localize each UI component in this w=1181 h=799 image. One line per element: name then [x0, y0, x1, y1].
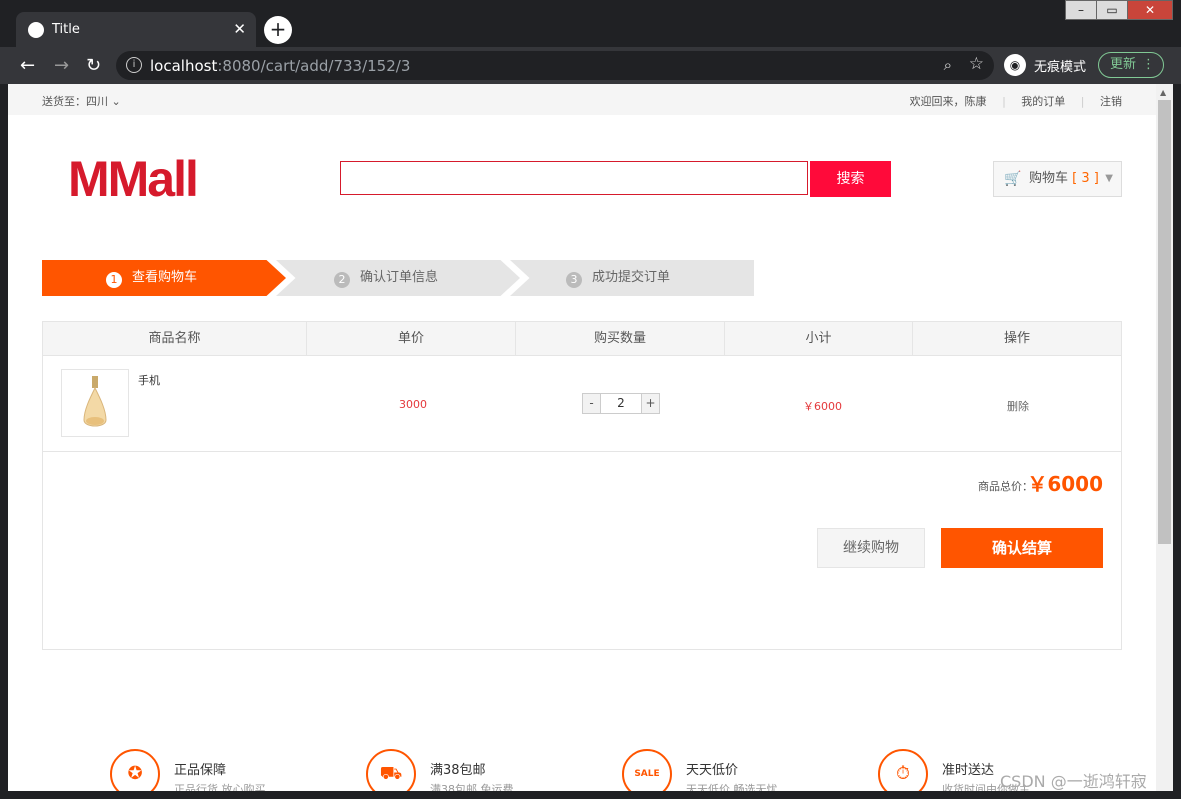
- web-page: 送货至：四川 ⌄ 欢迎回来，陈康 | 我的订单 | 注销 MMall 搜索 🛒 …: [8, 84, 1156, 791]
- logout-link[interactable]: 注销: [1100, 95, 1122, 108]
- scrollbar-thumb[interactable]: [1158, 100, 1171, 544]
- header-unit-price: 单价: [307, 322, 516, 355]
- step-label: 确认订单信息: [360, 270, 439, 285]
- maximize-button[interactable]: ▭: [1096, 0, 1128, 20]
- step-number: 1: [106, 272, 122, 288]
- info-icon[interactable]: i: [126, 57, 142, 73]
- header-action: 操作: [1003, 331, 1030, 346]
- cart-count: [ 3 ]: [1072, 171, 1099, 186]
- badge-icon: ✪: [110, 749, 160, 791]
- more-icon[interactable]: ⋮: [1131, 53, 1155, 77]
- address-bar[interactable]: i localhost:8080/cart/add/733/152/3 ⌕ ☆: [116, 51, 994, 80]
- step-view-cart: 1 查看购物车: [42, 260, 286, 296]
- product-name[interactable]: 手机: [138, 372, 160, 388]
- cart-icon: 🛒: [1004, 171, 1022, 187]
- zoom-icon[interactable]: ⌕: [944, 56, 952, 74]
- service-title: 准时送达: [942, 763, 995, 778]
- service-subtitle: 天天低价 畅选无忧: [686, 783, 778, 791]
- cart-label: 购物车: [1029, 171, 1069, 186]
- watermark: CSDN @一逝鸿轩寂: [1000, 772, 1147, 791]
- service-genuine: ✪ 正品保障 正品行货 放心购买: [110, 749, 330, 791]
- truck-icon: ⛟: [366, 749, 416, 791]
- browser-tab[interactable]: Title ✕: [16, 12, 256, 48]
- chevron-down-icon: ▼: [1105, 173, 1113, 184]
- quantity-input[interactable]: 2: [600, 394, 642, 413]
- new-tab-button[interactable]: +: [264, 16, 292, 44]
- stopwatch-icon: ⏱: [878, 749, 928, 791]
- step-label: 查看购物车: [132, 270, 198, 285]
- close-tab-icon[interactable]: ✕: [233, 20, 246, 38]
- update-button[interactable]: ⋮ 更新: [1098, 52, 1164, 78]
- continue-shopping-button[interactable]: 继续购物: [817, 528, 925, 568]
- close-window-button[interactable]: ✕: [1127, 0, 1173, 20]
- welcome-text: 欢迎回来，陈康: [909, 95, 987, 108]
- table-header: 商品名称 单价 购买数量 小计 操作: [43, 322, 1121, 356]
- top-links: 欢迎回来，陈康 | 我的订单 | 注销: [909, 95, 1122, 108]
- header-quantity: 购买数量: [516, 322, 725, 355]
- total-value: ￥6000: [1027, 472, 1103, 496]
- scroll-up-icon[interactable]: ▲: [1160, 88, 1166, 97]
- back-icon[interactable]: ←: [20, 55, 35, 76]
- url-text: localhost:8080/cart/add/733/152/3: [150, 57, 411, 75]
- bookmark-star-icon[interactable]: ☆: [969, 54, 984, 74]
- delete-link[interactable]: 删除: [1007, 398, 1029, 414]
- increase-button[interactable]: +: [642, 394, 659, 413]
- top-bar: 送货至：四川 ⌄ 欢迎回来，陈康 | 我的订单 | 注销: [8, 84, 1156, 115]
- incognito-label: 无痕模式: [1034, 59, 1087, 75]
- search-input[interactable]: [340, 161, 808, 195]
- service-low-price: SALE 天天低价 天天低价 畅选无忧: [622, 749, 842, 791]
- step-number: 2: [334, 272, 350, 288]
- globe-icon: [28, 22, 44, 38]
- header-product-name: 商品名称: [43, 322, 307, 355]
- quantity-stepper: - 2 +: [582, 393, 660, 414]
- table-row: 手机 3000 - 2 + ￥6000 删除: [43, 356, 1121, 452]
- step-label: 成功提交订单: [592, 270, 671, 285]
- incognito-icon: ◉: [1004, 54, 1026, 76]
- service-subtitle: 正品行货 放心购买: [174, 783, 266, 791]
- total-label: 商品总价：: [978, 480, 1033, 493]
- service-free-shipping: ⛟ 满38包邮 满38包邮 免运费: [366, 749, 586, 791]
- browser-window: – ▭ ✕ Title ✕ + ← → ↻ i localhost:8080/c…: [0, 0, 1181, 799]
- forward-icon[interactable]: →: [54, 55, 69, 76]
- browser-toolbar: ← → ↻ i localhost:8080/cart/add/733/152/…: [0, 47, 1181, 84]
- service-subtitle: 满38包邮 免运费: [430, 783, 514, 791]
- checkout-button[interactable]: 确认结算: [941, 528, 1103, 568]
- unit-price: 3000: [399, 398, 427, 411]
- header-subtotal: 小计: [725, 322, 913, 355]
- logo[interactable]: MMall: [68, 150, 199, 208]
- step-confirm-order: 2 确认订单信息: [276, 260, 520, 296]
- step-submit-order: 3 成功提交订单: [510, 260, 754, 296]
- cart-button[interactable]: 🛒 购物车 [ 3 ] ▼: [993, 161, 1122, 197]
- delivery-location[interactable]: 送货至：四川 ⌄: [42, 93, 121, 109]
- vertical-scrollbar[interactable]: ▲: [1156, 84, 1173, 791]
- decrease-button[interactable]: -: [583, 394, 600, 413]
- step-number: 3: [566, 272, 582, 288]
- search-button[interactable]: 搜索: [810, 161, 891, 197]
- service-title: 天天低价: [686, 763, 739, 778]
- my-orders-link[interactable]: 我的订单: [1021, 95, 1065, 108]
- service-title: 正品保障: [174, 763, 227, 778]
- service-title: 满38包邮: [430, 763, 486, 778]
- reload-icon[interactable]: ↻: [86, 55, 101, 76]
- incognito-indicator[interactable]: ◉ 无痕模式: [1004, 53, 1086, 77]
- product-image[interactable]: [61, 369, 129, 437]
- sale-tag-icon: SALE: [622, 749, 672, 791]
- subtotal: ￥6000: [803, 400, 842, 413]
- tab-title: Title: [52, 22, 80, 37]
- cart-table: 商品名称 单价 购买数量 小计 操作 手机 3000 - 2 + ￥6000 删…: [42, 321, 1122, 650]
- minimize-button[interactable]: –: [1065, 0, 1097, 20]
- window-controls: – ▭ ✕: [1065, 0, 1173, 20]
